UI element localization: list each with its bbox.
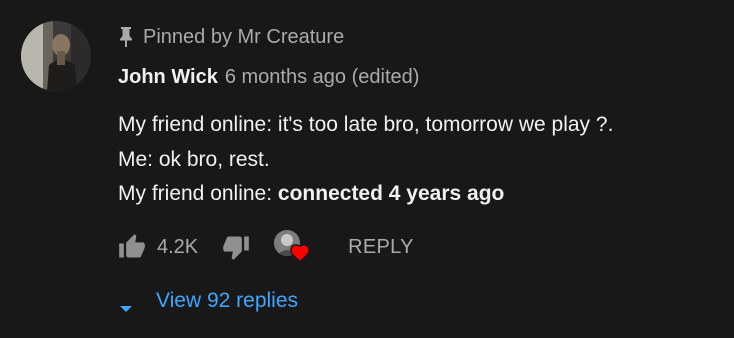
author-avatar-image (21, 21, 91, 91)
comment-bold-text: connected 4 years ago (277, 182, 505, 205)
comment-timestamp[interactable]: 6 months ago (edited) (225, 66, 420, 89)
reply-button[interactable]: REPLY (348, 236, 414, 259)
like-count: 4.2K (157, 235, 199, 258)
comment-actions: 4.2K REPLY (118, 230, 414, 264)
pin-icon (118, 26, 134, 48)
author-name[interactable]: John Wick (118, 66, 218, 89)
thumbs-up-icon (119, 234, 145, 258)
pinned-indicator: Pinned by Mr Creature (118, 24, 344, 50)
creator-heart-badge (274, 230, 314, 264)
comment-body: My friend online: it's too late bro, tom… (118, 108, 613, 212)
view-replies-button[interactable]: View 92 replies (118, 287, 298, 315)
dislike-button[interactable] (222, 233, 250, 261)
heart-icon (289, 242, 311, 264)
comment-line-text: My friend online: (118, 182, 278, 205)
comment-header: John Wick 6 months ago (edited) (118, 66, 419, 92)
comment-line: My friend online: connected 4 years ago (118, 177, 613, 212)
thumbs-down-icon (223, 236, 249, 260)
caret-down-icon (118, 296, 134, 312)
comment-thread: Pinned by Mr Creature John Wick 6 months… (0, 0, 734, 338)
view-replies-label: View 92 replies (156, 289, 299, 312)
author-avatar[interactable] (21, 21, 91, 91)
comment-line: My friend online: it's too late bro, tom… (118, 113, 614, 136)
pinned-label: Pinned by Mr Creature (143, 25, 345, 48)
like-button[interactable] (118, 233, 146, 261)
comment-line: Me: ok bro, rest. (118, 147, 270, 171)
